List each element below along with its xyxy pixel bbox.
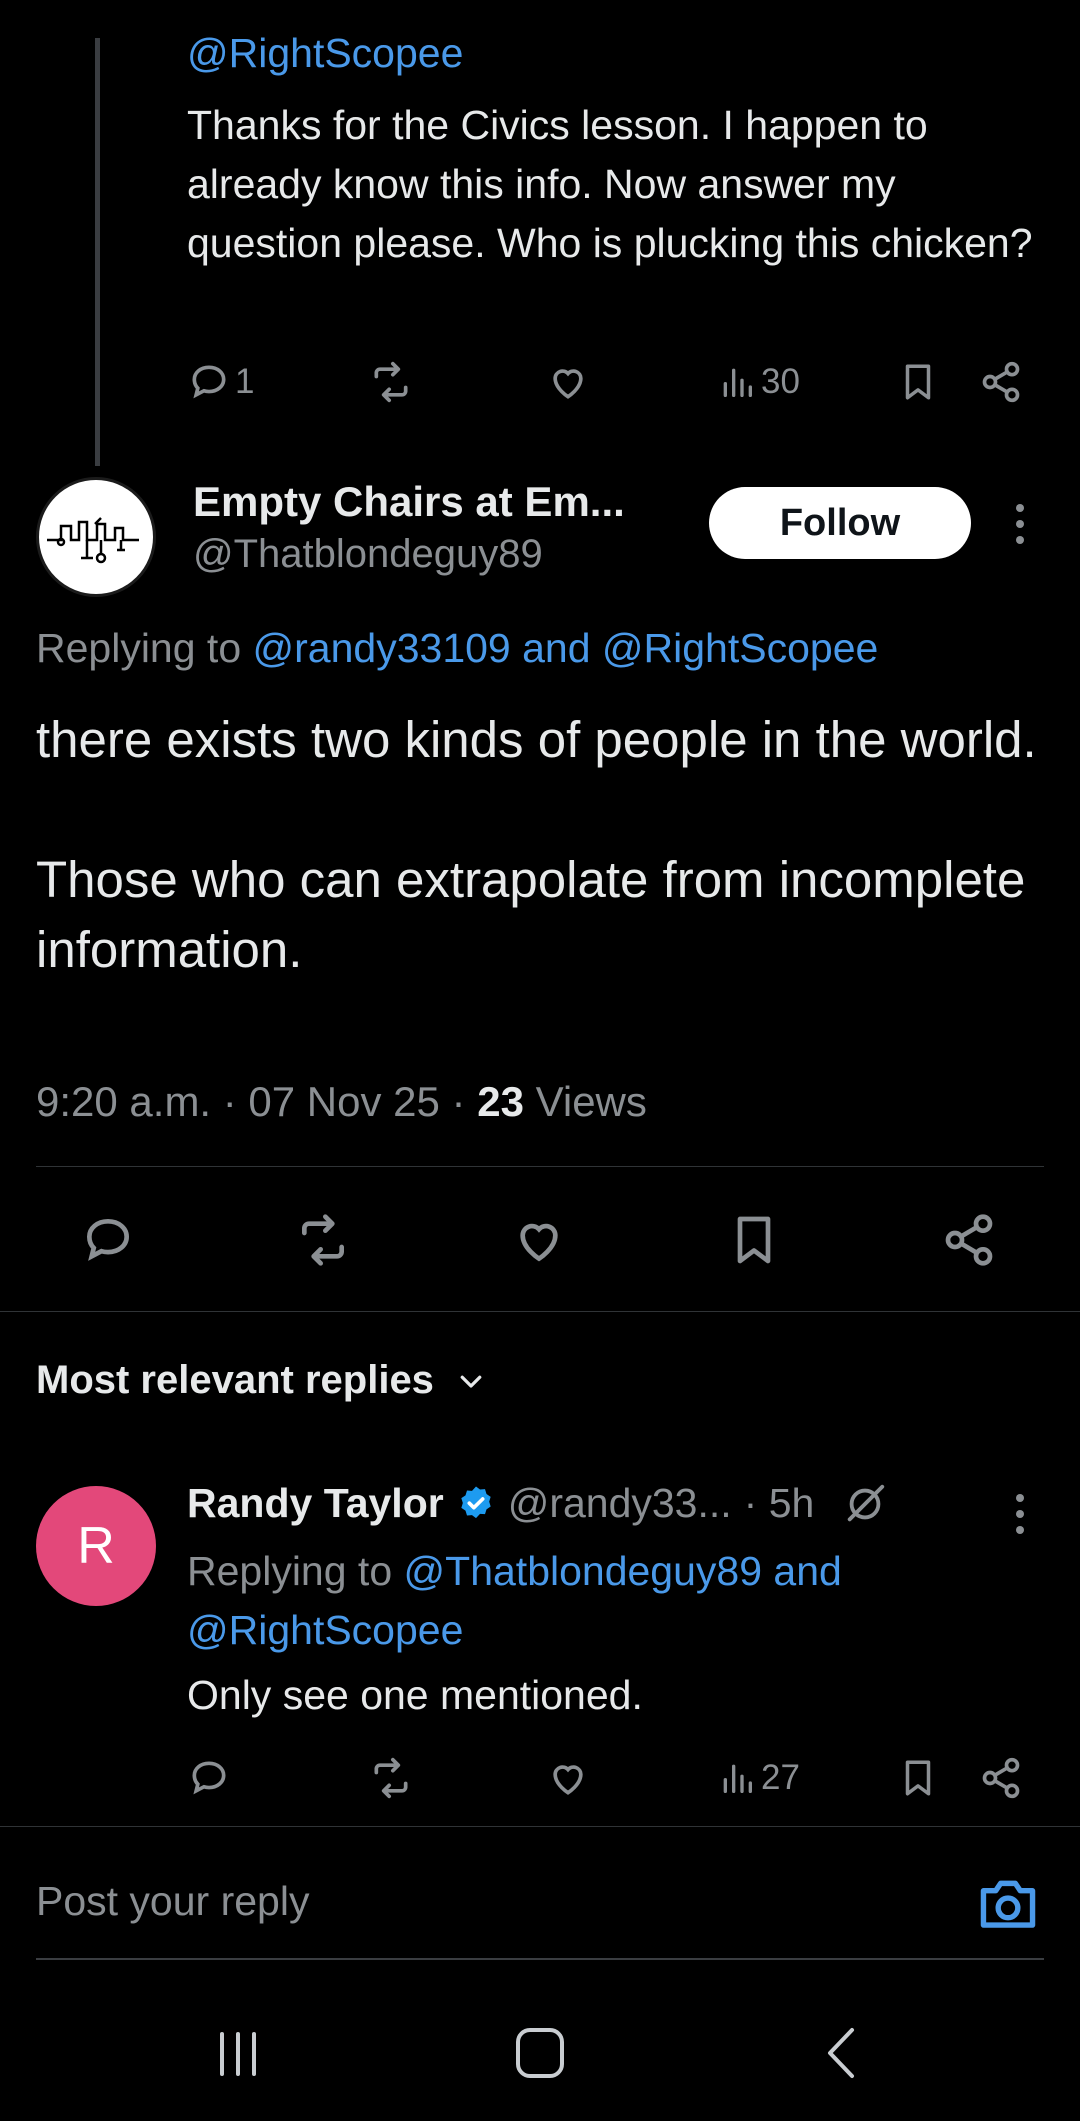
replying-mentions[interactable]: @randy33109 and @RightScopee: [253, 625, 879, 671]
share-icon[interactable]: [979, 1756, 1023, 1800]
share-button[interactable]: [979, 360, 1023, 404]
author-handle[interactable]: @Thatblondeguy89: [193, 532, 543, 577]
reply-text: Only see one mentioned.: [187, 1672, 643, 1718]
reply-time: · 5h: [743, 1480, 815, 1526]
reply-replying-prefix: Replying to: [187, 1548, 393, 1594]
divider: [36, 1166, 1044, 1167]
heart-icon: [545, 360, 591, 404]
reply-author-handle[interactable]: @randy33...: [508, 1480, 732, 1527]
verified-badge-icon: [456, 1484, 496, 1524]
views-icon: [717, 360, 757, 404]
reply-avatar[interactable]: R: [36, 1486, 156, 1606]
follow-button[interactable]: Follow: [709, 487, 971, 559]
tweet-time: 9:20 a.m. · 07 Nov 25 ·: [36, 1078, 478, 1125]
comment-icon[interactable]: [79, 1212, 137, 1268]
tweet-timestamp: 9:20 a.m. · 07 Nov 25 · 23 Views: [36, 1078, 647, 1126]
chevron-down-icon: [456, 1366, 486, 1396]
replying-to: Replying to @randy33109 and @RightScopee: [36, 625, 878, 672]
system-nav-bar: [0, 1990, 1080, 2121]
bookmark-button[interactable]: [897, 360, 939, 404]
replies-sort-label: Most relevant replies: [36, 1358, 434, 1402]
top-reply-text: Thanks for the Civics lesson. I happen t…: [187, 102, 1033, 266]
reply-input[interactable]: Post your reply: [36, 1878, 309, 1925]
reply-author-name[interactable]: Randy Taylor: [187, 1480, 444, 1527]
repost-icon: [367, 360, 415, 404]
replies-sort-dropdown[interactable]: Most relevant replies: [36, 1358, 486, 1403]
views-count: 30: [761, 362, 800, 401]
views-count: 23: [477, 1078, 524, 1125]
thread-line: [95, 38, 100, 466]
share-icon: [979, 360, 1023, 404]
tweet-text-line1: there exists two kinds of people in the …: [36, 711, 1037, 768]
reply-header: Randy Taylor @randy33... · 5h: [187, 1480, 890, 1527]
tweet-text: there exists two kinds of people in the …: [36, 705, 1046, 985]
bookmark-icon: [897, 360, 939, 404]
reply-more-options-icon[interactable]: [1016, 1494, 1024, 1534]
divider: [0, 1826, 1080, 1827]
views-label: Views: [523, 1078, 647, 1125]
reply-actions: 27: [187, 1756, 1047, 1806]
share-icon[interactable]: [940, 1212, 998, 1268]
camera-icon[interactable]: [978, 1876, 1038, 1930]
composer-underline: [36, 1958, 1044, 1960]
reply-replying-to: Replying to @Thatblondeguy89 and @RightS…: [187, 1542, 1027, 1660]
divider: [0, 1311, 1080, 1312]
tweet-actions: [0, 1210, 1080, 1270]
more-options-icon[interactable]: [1016, 504, 1024, 544]
recent-apps-icon[interactable]: [214, 2028, 262, 2078]
tweet-text-line2: Those who can extrapolate from incomplet…: [36, 851, 1026, 978]
bookmark-icon[interactable]: [726, 1212, 782, 1268]
repost-icon[interactable]: [292, 1212, 354, 1268]
avatar[interactable]: [36, 477, 156, 597]
heart-icon[interactable]: [509, 1212, 569, 1268]
grok-icon[interactable]: [840, 1481, 890, 1527]
like-button[interactable]: [545, 360, 591, 404]
reply-count: 1: [235, 362, 255, 401]
top-reply-mention[interactable]: @RightScopee: [187, 30, 463, 77]
comment-icon[interactable]: [187, 1756, 231, 1800]
back-icon[interactable]: [822, 2026, 862, 2080]
repost-icon[interactable]: [367, 1756, 415, 1800]
reply-button[interactable]: 1: [187, 360, 254, 404]
views-icon: [717, 1756, 757, 1800]
repost-button[interactable]: [367, 360, 415, 404]
views-count: 27: [761, 1758, 800, 1797]
home-icon[interactable]: [514, 2026, 566, 2080]
views-button[interactable]: 30: [717, 360, 800, 404]
replying-prefix: Replying to: [36, 625, 242, 671]
author-name[interactable]: Empty Chairs at Em...: [193, 478, 625, 526]
views-button[interactable]: 27: [717, 1756, 800, 1800]
heart-icon[interactable]: [545, 1756, 591, 1800]
glyph-avatar-icon: [47, 517, 139, 564]
comment-icon: [187, 360, 231, 404]
bookmark-icon[interactable]: [897, 1756, 939, 1800]
